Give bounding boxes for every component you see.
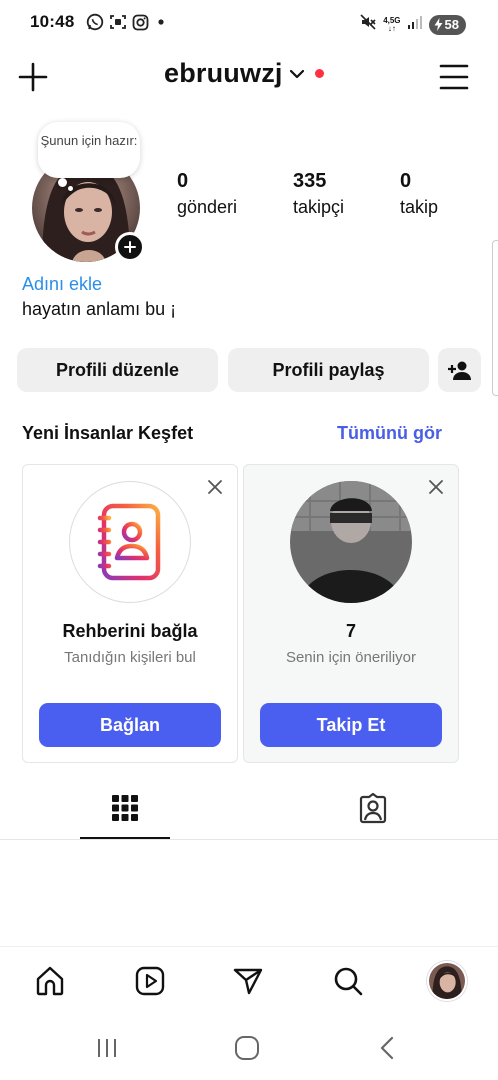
stat-posts[interactable]: 0 gönderi [177,170,237,218]
menu-icon [439,64,469,90]
back-icon [380,1036,394,1060]
username: ebruuwzj [164,58,283,88]
nav-search[interactable] [328,961,368,1001]
notification-dot [314,69,324,78]
note-tail [58,178,67,187]
share-profile-label: Profili paylaş [272,359,385,380]
following-count: 0 [400,170,412,192]
profile-header: ebruuwzj [0,52,498,102]
edit-profile-button[interactable]: Profili düzenle [17,348,218,392]
person-add-icon [447,361,471,380]
stat-following[interactable]: 0 takip [400,170,438,218]
profile-avatar [427,961,467,1001]
edit-profile-label: Profili düzenle [55,359,179,380]
status-left-icons [86,13,168,31]
see-all-link[interactable]: Tümünü gör [337,423,442,444]
discover-title: Yeni İnsanlar Keşfet [22,423,194,443]
profile-tabs [0,776,498,840]
close-icon[interactable] [428,479,444,495]
note-bubble[interactable]: Şunun için hazır: [38,122,140,178]
chevron-down-icon [289,69,304,78]
discover-people-button[interactable] [438,348,481,392]
mute-icon [359,13,377,36]
home-icon [36,966,64,996]
plus-icon [18,62,48,92]
nav-home[interactable] [30,961,70,1001]
card-title: 7 [345,621,356,641]
status-bar: 10:48 4,5G ↓↑ 58 [0,0,498,46]
recents-button[interactable] [92,1034,122,1062]
follow-button[interactable]: Takip Et [260,703,442,747]
tab-tagged[interactable] [328,776,418,840]
instagram-icon [132,14,149,31]
search-icon [334,967,363,996]
bio-text: hayatın anlamı bu ¡ [22,299,177,319]
direct-icon [233,968,263,995]
following-label: takip [400,197,439,217]
card-subtitle: Tanıdığın kişileri bul [64,649,196,666]
signal-icon [407,14,423,35]
close-icon[interactable] [207,479,223,495]
add-name-link[interactable]: Adını ekle [22,274,102,295]
follow-label: Takip Et [316,714,386,735]
tab-grid[interactable] [80,776,170,840]
system-navigation [0,1014,498,1080]
network-type: 4,5G ↓↑ [383,16,400,33]
card-title: Rehberini bağla [62,621,198,641]
nav-profile[interactable] [427,961,467,1001]
create-button[interactable] [16,60,50,94]
connect-label: Bağlan [99,714,160,735]
side-edge-handle[interactable] [492,240,498,396]
share-profile-button[interactable]: Profili paylaş [228,348,429,392]
nav-reels[interactable] [130,961,170,1001]
menu-button[interactable] [438,62,470,92]
back-button[interactable] [372,1034,402,1062]
followers-label: takipçi [293,197,345,217]
add-story-button[interactable] [115,232,145,262]
battery-level: 58 [444,17,459,32]
bottom-navigation [0,946,498,1014]
home-system-button[interactable] [232,1034,262,1062]
account-switcher[interactable]: ebruuwzj [164,58,324,89]
posts-count: 0 [177,170,189,192]
status-right-icons: 4,5G ↓↑ 58 [359,13,466,36]
battery-icon: 58 [428,14,466,35]
stat-followers[interactable]: 335 takipçi [293,170,344,218]
nav-direct[interactable] [228,961,268,1001]
card-subtitle: Senin için öneriliyor [285,649,417,666]
suggestion-card-user: 7 Senin için öneriliyor Takip Et [243,464,459,763]
network-arrows: ↓↑ [387,23,396,33]
screenshot-icon [109,13,127,31]
posts-label: gönderi [177,197,238,217]
whatsapp-icon [86,13,104,31]
status-time: 10:48 [30,12,75,31]
contacts-book-icon [69,481,191,603]
followers-count: 335 [293,170,327,192]
home-circle-icon [235,1036,259,1060]
suggested-user-avatar[interactable] [290,481,412,603]
connect-button[interactable]: Bağlan [39,703,221,747]
note-text: Şunun için hazır: [40,133,138,148]
reels-icon [135,966,165,996]
dot-icon [154,13,168,31]
plus-icon [124,241,136,253]
grid-icon [112,795,138,821]
note-tail-small [68,186,73,191]
active-tab-indicator [80,837,170,839]
tagged-icon [359,792,387,824]
suggestion-card-contacts: Rehberini bağla Tanıdığın kişileri bul B… [22,464,238,763]
recents-icon [98,1039,116,1057]
